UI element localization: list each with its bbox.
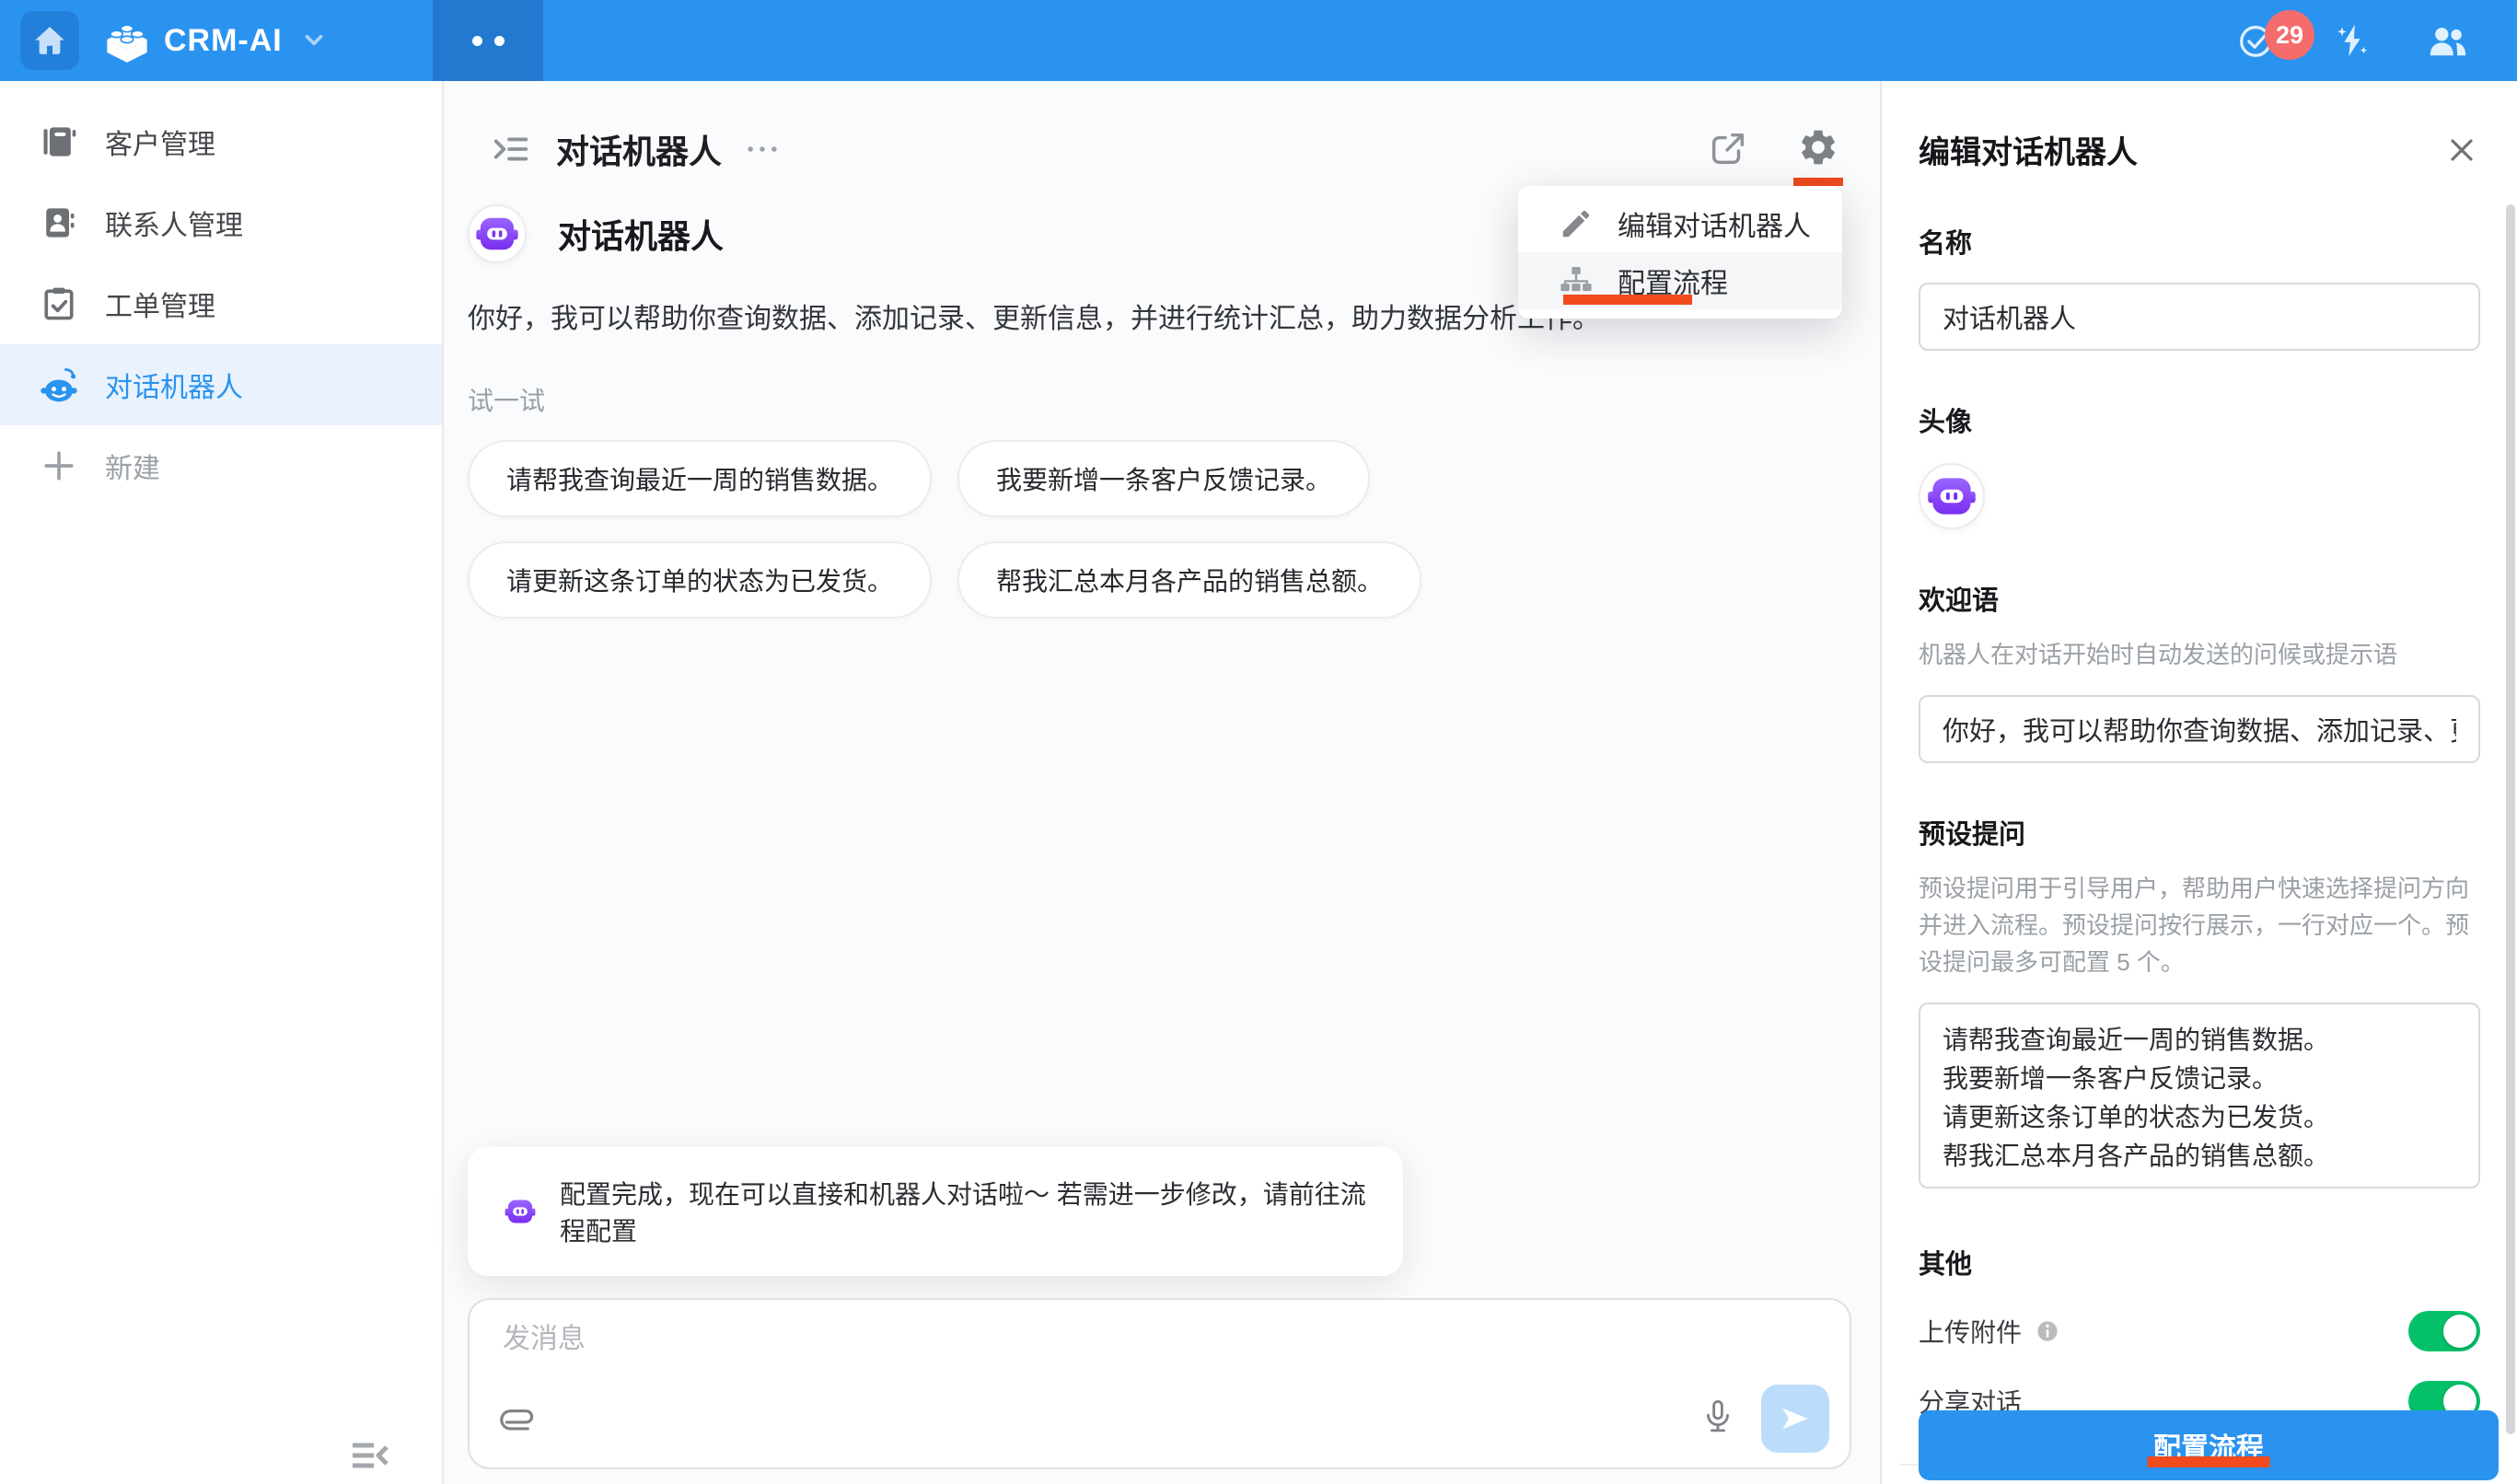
users-button[interactable] [2427,19,2469,62]
configure-flow-button[interactable]: 配置流程 [1919,1410,2499,1480]
bot-name-input[interactable] [1919,283,2480,351]
sidebar-item-chatbot[interactable]: 对话机器人 [0,344,442,425]
suggestion-chip[interactable]: 帮我汇总本月各产品的销售总额。 [957,541,1421,619]
welcome-input[interactable] [1919,695,2480,763]
open-external-icon[interactable] [1707,128,1749,170]
robot-icon [39,365,79,405]
preset-hint: 预设提问用于引导用户，帮助用户快速选择提问方向并进入流程。预设提问按行展示，一行… [1919,870,2480,980]
mic-button[interactable] [1699,1397,1737,1441]
preset-questions-textarea[interactable]: 请帮我查询最近一周的销售数据。 我要新增一条客户反馈记录。 请更新这条订单的状态… [1919,1003,2480,1188]
click-annotation [1793,178,1843,186]
sidebar-item-new[interactable]: 新建 [0,425,442,506]
gear-icon [1797,126,1839,168]
chat-header-actions [1707,126,1839,173]
topbar-actions: 29 [2235,19,2469,62]
send-button[interactable] [1761,1385,1829,1453]
panel-title: 编辑对话机器人 [1919,127,2138,172]
chat-header: 对话机器人 [490,120,1839,179]
tab-overflow[interactable] [433,0,543,81]
sidebar-item-label: 联系人管理 [105,203,243,243]
settings-button[interactable] [1797,126,1839,173]
tab-dot [472,36,482,46]
bot-avatar [468,204,527,263]
notification-badge: 29 [2265,10,2314,60]
upload-toggle[interactable] [2408,1311,2480,1351]
collapse-sidebar-icon[interactable] [348,1438,392,1477]
close-icon[interactable] [2443,132,2480,168]
sidebar-item-contacts[interactable]: 联系人管理 [0,182,442,263]
tab-dot [494,36,505,46]
customer-book-icon [39,122,79,162]
info-icon[interactable] [2033,1316,2062,1346]
sitemap-icon [1559,263,1594,298]
more-options-icon[interactable] [742,129,783,169]
toast-text: 配置完成，现在可以直接和机器人对话啦～ 若需进一步修改，请前往流程配置 [560,1175,1370,1248]
suggestion-chip[interactable]: 请更新这条订单的状态为已发货。 [468,541,932,619]
upload-label: 上传附件 [1919,1313,2022,1350]
sidebar: 客户管理 联系人管理 工单管理 [0,81,444,1484]
config-toast: 配置完成，现在可以直接和机器人对话啦～ 若需进一步修改，请前往流程配置 [468,1147,1403,1276]
topbar: CRM-AI 29 [0,0,2517,81]
suggestion-chip[interactable]: 我要新增一条客户反馈记录。 [957,440,1370,517]
attachment-icon[interactable] [497,1399,536,1438]
bot-avatar-icon [1921,466,1982,527]
message-composer [468,1298,1851,1469]
sidebar-item-label: 新建 [105,446,160,486]
bot-avatar-icon [470,207,524,261]
panel-scrollbar[interactable] [2506,204,2515,1434]
send-icon [1779,1402,1812,1435]
settings-dropdown: 编辑对话机器人 配置流程 [1518,186,1842,319]
sidebar-item-label: 对话机器人 [105,365,243,405]
sidebar-item-label: 客户管理 [105,122,215,162]
preset-label: 预设提问 [1919,813,2480,852]
other-label: 其他 [1919,1243,2480,1281]
plus-icon [39,446,79,486]
message-input[interactable] [503,1324,1816,1355]
click-annotation [1563,295,1692,305]
clipboard-check-icon [39,284,79,324]
click-annotation [2148,1456,2270,1467]
home-icon [30,21,69,60]
sidebar-item-label: 工单管理 [105,284,215,324]
microphone-icon [1699,1397,1737,1436]
welcome-hint: 机器人在对话开始时自动发送的问候或提示语 [1919,636,2480,673]
home-button[interactable] [20,11,79,70]
brand[interactable]: CRM-AI [103,17,332,64]
expand-list-icon[interactable] [490,128,532,170]
contact-card-icon [39,203,79,243]
bot-name: 对话机器人 [558,210,724,258]
edit-bot-panel: 编辑对话机器人 名称 头像 欢迎语 机器人在对话开始时自动发送的问候或提示语 预… [1880,81,2517,1484]
menu-item-edit-bot[interactable]: 编辑对话机器人 [1518,195,1842,252]
welcome-label: 欢迎语 [1919,579,2480,618]
tasks-button[interactable]: 29 [2235,19,2278,62]
brand-name: CRM-AI [164,23,283,59]
sidebar-item-tickets[interactable]: 工单管理 [0,263,442,344]
ai-sparkle-button[interactable] [2331,19,2373,62]
suggestion-chips: 请帮我查询最近一周的销售数据。 我要新增一条客户反馈记录。 请更新这条订单的状态… [468,440,1843,619]
toggle-knob [2443,1315,2476,1348]
menu-item-configure-flow[interactable]: 配置流程 [1518,252,1842,309]
composer-toolbar [497,1385,1829,1453]
page-title: 对话机器人 [556,125,722,173]
sidebar-item-customers[interactable]: 客户管理 [0,101,442,182]
brand-chevron-down-icon [296,22,332,59]
try-label: 试一试 [468,381,1880,418]
name-label: 名称 [1919,222,2480,261]
suggestion-chip[interactable]: 请帮我查询最近一周的销售数据。 [468,440,932,517]
menu-item-label: 编辑对话机器人 [1618,203,1811,244]
avatar-picker[interactable] [1919,463,1985,529]
avatar-label: 头像 [1919,400,2480,439]
pencil-icon [1559,206,1594,241]
chat-main: 对话机器人 编辑对话机器人 [444,81,1880,1484]
bot-avatar-icon [501,1192,539,1231]
brand-logo-icon [103,17,151,64]
